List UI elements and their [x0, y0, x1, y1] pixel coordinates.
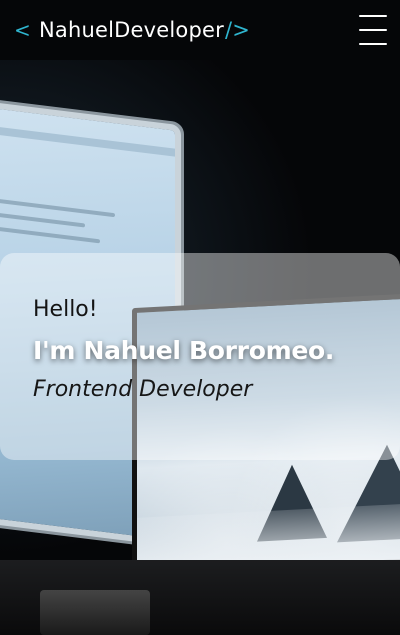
hero-name: I'm Nahuel Borromeo. [33, 336, 335, 365]
menu-bar [359, 43, 387, 45]
monitor-text-line [0, 225, 100, 244]
logo-close-bracket: /> [224, 18, 251, 42]
site-logo[interactable]: < NahuelDeveloper /> [14, 18, 250, 42]
menu-bar [359, 29, 387, 31]
monitor-browser-bar [0, 123, 175, 157]
menu-bar [359, 15, 387, 17]
logo-open-bracket: < [14, 18, 31, 42]
hero-role: Frontend Developer [33, 377, 253, 402]
logo-name: NahuelDeveloper [38, 18, 224, 42]
monitor-text-line [0, 211, 85, 228]
hero-greeting: Hello! [33, 297, 98, 322]
hero-card: Hello! I'm Nahuel Borromeo. Frontend Dev… [0, 253, 400, 460]
hamburger-menu-icon[interactable] [359, 15, 387, 45]
site-header: < NahuelDeveloper /> [0, 0, 400, 60]
monitor-stand [40, 590, 150, 635]
